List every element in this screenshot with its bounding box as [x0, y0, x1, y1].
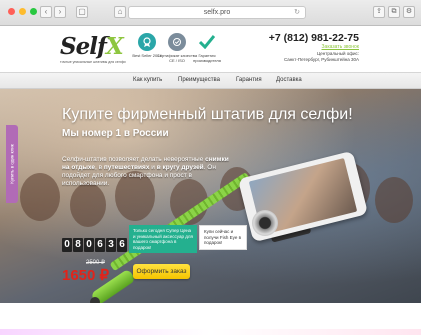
logo-subtitle: точные уникальные штативы для селфи — [60, 60, 126, 64]
forward-button[interactable]: › — [54, 6, 66, 18]
window-controls — [8, 8, 37, 15]
new-tab-icon: ⧉ — [391, 8, 397, 15]
browser-toolbar: ‹ › ▢ ⌂ selfx.pro ↻ ⇪ ⧉ ⚙ — [0, 0, 421, 26]
phone-number[interactable]: +7 (812) 981-22-75 — [269, 32, 359, 44]
site-header: SelfX точные уникальные штативы для селф… — [0, 26, 421, 72]
countdown-digit: 3 — [106, 238, 116, 252]
logo[interactable]: SelfX точные уникальные штативы для селф… — [60, 33, 126, 67]
back-icon: ‹ — [44, 7, 48, 16]
hero-subtitle: Мы номер 1 в России — [62, 128, 169, 139]
side-tab-label: Купить в один клик — [9, 144, 15, 184]
zoom-window-button[interactable] — [30, 8, 37, 15]
certificate-icon — [168, 33, 186, 51]
countdown-digit: 6 — [95, 238, 105, 252]
badge-text: Гарантия производителя — [193, 53, 221, 63]
main-nav: Как купить Преимущества Гарантия Доставк… — [0, 72, 421, 89]
offer-bubble-gift: Купи сейчас и получи Fish Eye в подарок! — [199, 225, 247, 250]
settings-button[interactable]: ⚙ — [403, 6, 415, 18]
countdown-digit: 8 — [73, 238, 83, 252]
order-button[interactable]: Оформить заказ — [133, 264, 190, 279]
hero-title: Купите фирменный штатив для селфи! — [62, 106, 353, 123]
nav-item-guarantee[interactable]: Гарантия — [236, 77, 262, 83]
logo-main: Self — [60, 33, 107, 60]
buy-one-click-tab[interactable]: Купить в один клик — [6, 125, 18, 203]
office-street: Санкт-Петербург, Рубинштейна 30А — [283, 57, 359, 62]
address-text: selfx.pro — [203, 9, 231, 16]
minimize-window-button[interactable] — [19, 8, 26, 15]
hero-description: Селфи-штатив позволяет делать невероятны… — [62, 156, 229, 187]
nav-item-delivery[interactable]: Доставка — [276, 77, 302, 83]
share-button[interactable]: ⇪ — [373, 6, 385, 18]
gear-icon: ⚙ — [405, 8, 413, 15]
countdown-timer: 0 8 0 6 3 6 — [62, 238, 127, 252]
fisheye-lens — [252, 210, 278, 236]
home-button[interactable]: ⌂ — [114, 6, 126, 18]
tabs-icon: ▢ — [78, 7, 86, 16]
tabs-button[interactable]: ▢ — [76, 6, 88, 18]
medal-icon — [138, 33, 156, 51]
office-address: Центральный офис: Санкт-Петербург, Рубин… — [279, 51, 359, 63]
nav-item-advantages[interactable]: Преимущества — [178, 77, 220, 83]
offer-bubble-today: Только сегодня Супер Цена и уникальный а… — [129, 225, 197, 253]
share-icon: ⇪ — [376, 8, 382, 15]
countdown-digit: 0 — [62, 238, 72, 252]
address-bar[interactable]: selfx.pro ↻ — [128, 6, 306, 19]
badge-guarantee: Гарантия производителя — [186, 33, 228, 63]
toolbar-right: ⇪ ⧉ ⚙ — [373, 6, 415, 18]
new-price: 1650 ₽ — [62, 267, 110, 284]
callback-link[interactable]: Заказать звонок — [322, 44, 359, 50]
nav-item-how-to-buy[interactable]: Как купить — [133, 77, 162, 83]
forward-icon: › — [58, 7, 62, 16]
new-tab-button[interactable]: ⧉ — [388, 6, 400, 18]
home-icon: ⌂ — [117, 7, 123, 16]
logo-text: SelfX — [60, 33, 124, 60]
checkmark-icon — [198, 33, 216, 51]
logo-x: X — [105, 33, 124, 60]
back-button[interactable]: ‹ — [40, 6, 52, 18]
old-price: 2500 ₽ — [86, 260, 105, 266]
reload-icon[interactable]: ↻ — [294, 7, 300, 18]
countdown-digit: 6 — [117, 238, 127, 252]
close-window-button[interactable] — [8, 8, 15, 15]
bottom-strip — [0, 329, 421, 335]
countdown-digit: 0 — [84, 238, 94, 252]
